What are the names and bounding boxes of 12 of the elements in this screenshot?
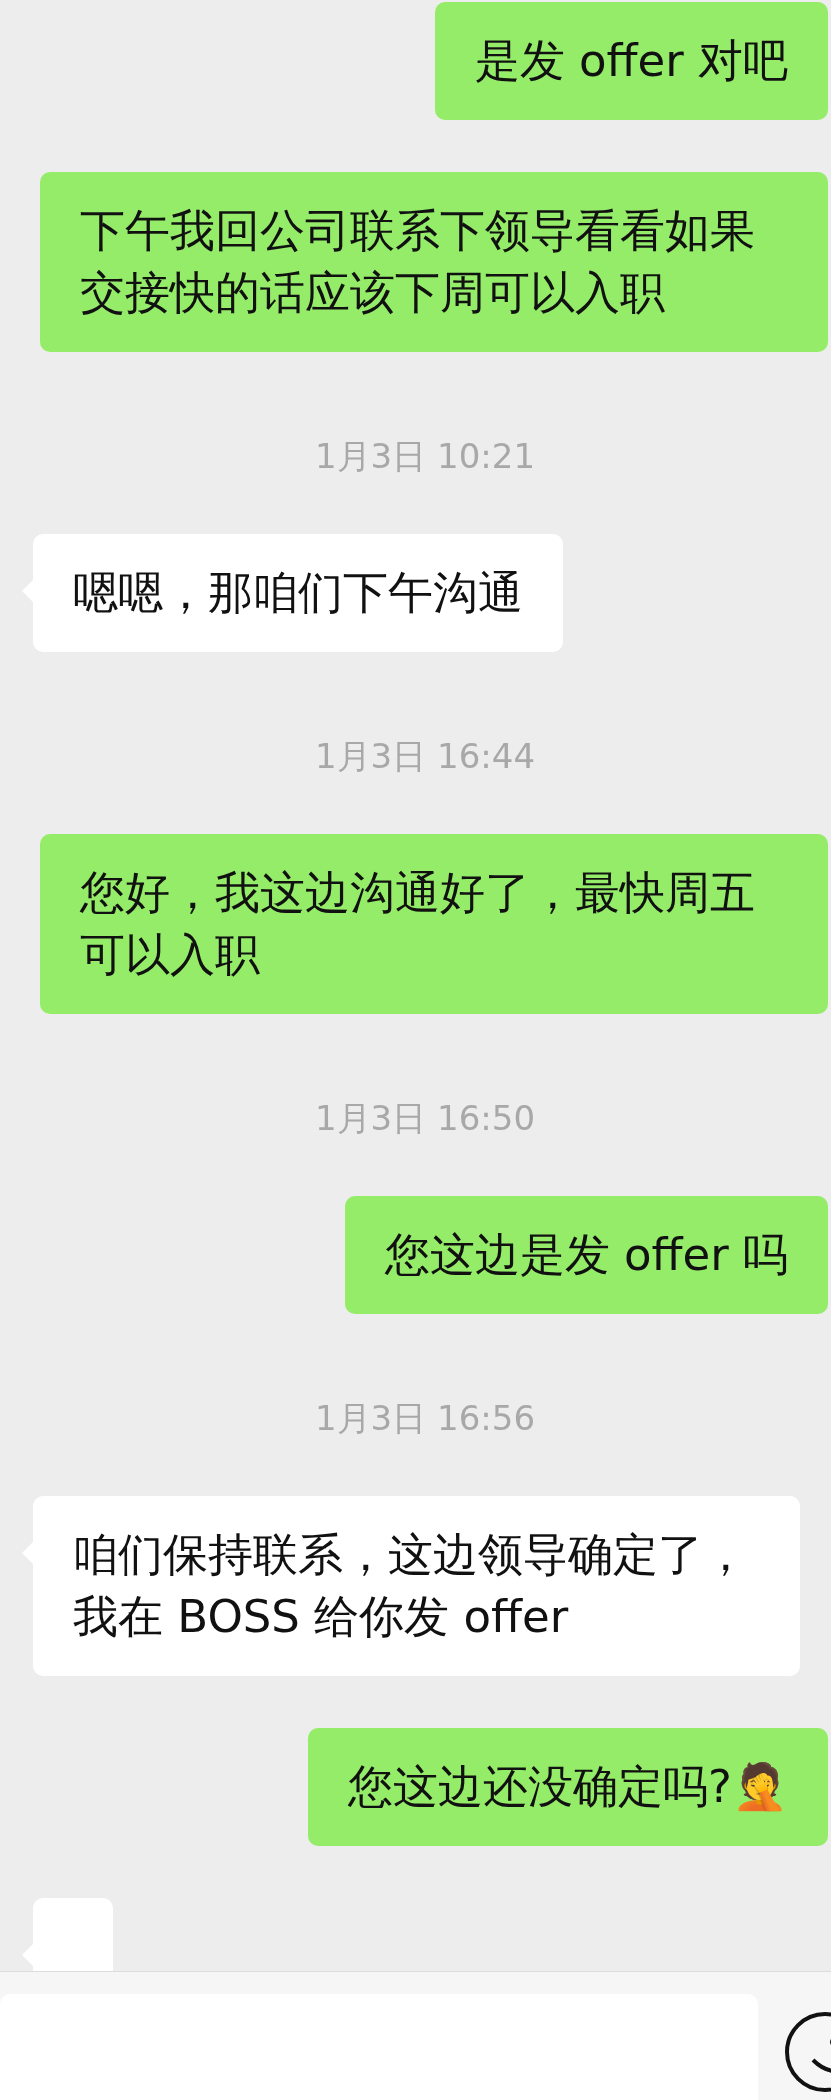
message-bubble: 是发 offer 对吧 (434, 2, 828, 120)
timestamp: 1月3日 16:50 (314, 1098, 536, 1138)
emoji-icon[interactable] (783, 2010, 831, 2094)
message-bubble: 您这边是发 offer 吗 (344, 1196, 828, 1314)
message-bubble: 您好，我这边沟通好了，最快周五可以入职 (40, 834, 828, 1014)
timestamp: 1月3日 10:21 (314, 436, 536, 476)
timestamp: 1月3日 16:56 (314, 1398, 536, 1438)
message-bubble: 下午我回公司联系下领导看看如果交接快的话应该下周可以入职 (40, 172, 828, 352)
message-bubble: 您这边还没确定吗?🤦 (308, 1728, 828, 1846)
message-bubble: 嗯嗯，那咱们下午沟通 (33, 534, 563, 652)
timestamp: 1月3日 16:44 (314, 736, 536, 776)
message-bubble: 咱们保持联系，这边领导确定了，我在 BOSS 给你发 offer (33, 1496, 800, 1676)
